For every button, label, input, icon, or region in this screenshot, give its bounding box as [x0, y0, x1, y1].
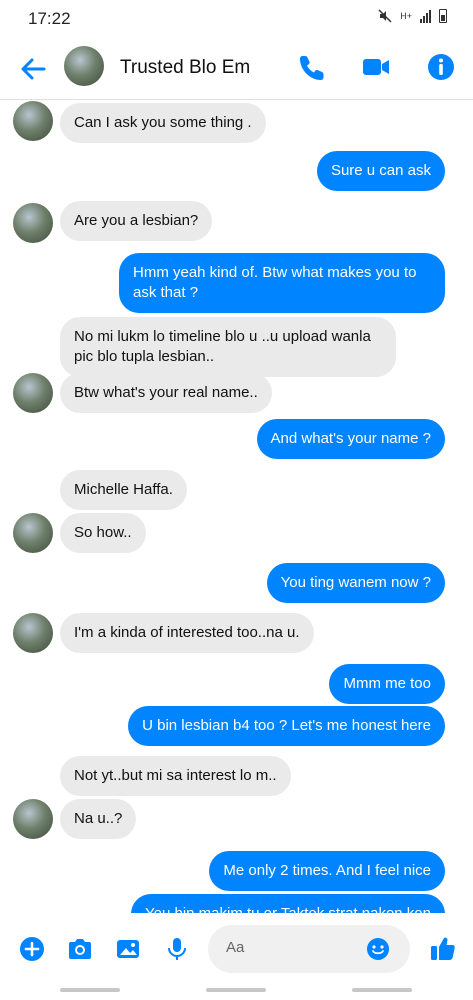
message-incoming[interactable]: Can I ask you some thing . — [60, 103, 266, 143]
plus-icon[interactable] — [18, 935, 46, 963]
message-incoming[interactable]: Btw what's your real name.. — [60, 373, 272, 413]
sender-avatar[interactable] — [13, 373, 53, 413]
sender-avatar[interactable] — [13, 203, 53, 243]
message-outgoing[interactable]: Me only 2 times. And I feel nice — [209, 851, 445, 891]
sender-avatar[interactable] — [13, 101, 53, 141]
system-nav-bar — [0, 978, 473, 1000]
gallery-icon[interactable] — [114, 935, 142, 963]
contact-name[interactable]: Trusted Blo Em — [120, 57, 250, 79]
message-incoming[interactable]: Not yt..but mi sa interest lo m.. — [60, 756, 291, 796]
camera-icon[interactable] — [66, 935, 94, 963]
phone-icon[interactable] — [298, 52, 328, 82]
message-incoming[interactable]: No mi lukm lo timeline blo u ..u upload … — [60, 317, 396, 377]
message-incoming[interactable]: I'm a kinda of interested too..na u. — [60, 613, 314, 653]
battery-icon — [439, 9, 447, 23]
network-type-label: H+ — [400, 11, 412, 21]
emoji-icon[interactable] — [366, 937, 390, 961]
message-outgoing[interactable]: Mmm me too — [329, 664, 445, 704]
thumbs-up-icon[interactable] — [428, 933, 458, 963]
message-incoming[interactable]: Are you a lesbian? — [60, 201, 213, 241]
nav-recents-handle[interactable] — [352, 988, 412, 992]
message-list[interactable]: Can I ask you some thing . Sure u can as… — [0, 101, 473, 913]
status-bar: 17:22 H+ — [0, 0, 473, 38]
sender-avatar[interactable] — [13, 513, 53, 553]
message-outgoing[interactable]: U bin lesbian b4 too ? Let's me honest h… — [128, 706, 445, 746]
message-incoming[interactable]: Na u..? — [60, 799, 137, 839]
message-incoming[interactable]: Michelle Haffa. — [60, 470, 187, 510]
message-input[interactable] — [226, 939, 356, 956]
message-outgoing[interactable]: Sure u can ask — [316, 151, 445, 191]
conversation-header: Trusted Blo Em — [0, 38, 473, 100]
video-camera-icon[interactable] — [361, 52, 391, 82]
status-time: 17:22 — [28, 9, 71, 28]
contact-avatar[interactable] — [64, 46, 104, 86]
status-icons: H+ — [378, 9, 447, 23]
back-arrow-icon[interactable] — [18, 54, 48, 84]
message-outgoing[interactable]: And what's your name ? — [256, 419, 445, 459]
signal-icon — [420, 9, 431, 23]
message-outgoing[interactable]: You bin makim tu or Taktok strat nakon k… — [131, 894, 445, 913]
nav-back-handle[interactable] — [60, 988, 120, 992]
mute-icon — [378, 9, 392, 23]
message-outgoing[interactable]: You ting wanem now ? — [266, 563, 445, 603]
message-input-field[interactable] — [208, 925, 410, 973]
sender-avatar[interactable] — [13, 799, 53, 839]
info-icon[interactable] — [426, 52, 456, 82]
microphone-icon[interactable] — [163, 935, 191, 963]
nav-home-handle[interactable] — [206, 988, 266, 992]
message-outgoing[interactable]: Hmm yeah kind of. Btw what makes you to … — [119, 253, 445, 313]
message-incoming[interactable]: So how.. — [60, 513, 146, 553]
sender-avatar[interactable] — [13, 613, 53, 653]
